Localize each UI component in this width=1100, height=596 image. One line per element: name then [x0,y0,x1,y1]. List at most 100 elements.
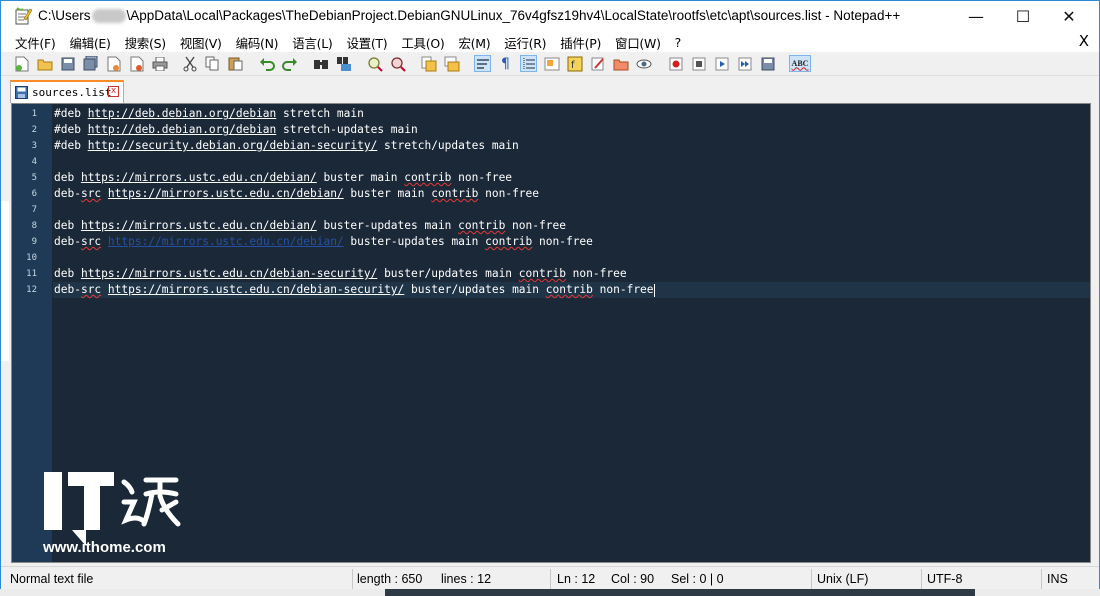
stop-record-icon[interactable] [690,55,707,72]
background-window-edge [1,201,9,361]
maximize-button[interactable]: ☐ [1000,1,1046,32]
menu-plugins[interactable]: 插件(P) [552,33,607,52]
code-line[interactable]: deb-src https://mirrors.ustc.edu.cn/debi… [53,186,1090,202]
status-encoding[interactable]: UTF-8 [927,572,962,586]
menu-file[interactable]: 文件(F) [1,33,61,52]
code-line[interactable]: deb https://mirrors.ustc.edu.cn/debian/ … [53,218,1090,234]
url-link[interactable]: https://mirrors.ustc.edu.cn/debian-secur… [81,267,377,280]
url-link[interactable]: https://mirrors.ustc.edu.cn/debian/ [81,219,317,232]
close-file-icon[interactable] [105,55,122,72]
folder-workspace-icon[interactable] [589,55,606,72]
status-insert-mode[interactable]: INS [1047,572,1068,586]
code-line[interactable]: #deb http://deb.debian.org/debian stretc… [53,122,1090,138]
watermark-url: www.ithome.com [43,539,166,556]
save-icon[interactable] [59,55,76,72]
new-file-icon[interactable] [13,55,30,72]
code-text: buster-updates main [343,235,486,248]
code-line[interactable]: deb-src https://mirrors.ustc.edu.cn/debi… [53,234,1090,250]
code-line[interactable] [53,250,1090,266]
menu-macro[interactable]: 宏(M) [450,33,496,52]
indent-guide-icon[interactable] [520,55,537,72]
minimize-button[interactable]: — [953,1,999,32]
url-link[interactable]: http://deb.debian.org/debian [88,107,277,120]
tab-label: sources.list [32,86,112,99]
spell-check-icon[interactable]: ABC [789,55,811,72]
record-macro-icon[interactable] [667,55,684,72]
close-all-icon[interactable] [128,55,145,72]
code-line[interactable]: deb https://mirrors.ustc.edu.cn/debian/ … [53,170,1090,186]
code-text: stretch-updates main [276,123,418,136]
menu-run[interactable]: 运行(R) [496,33,552,52]
user-lang-icon[interactable] [612,55,629,72]
close-window-button[interactable]: ✕ [1046,1,1092,32]
save-all-icon[interactable] [82,55,99,72]
status-ln: Ln : 12 [557,572,596,586]
menu-help[interactable]: ? [667,35,687,50]
close-document-button[interactable]: X [1079,32,1089,50]
play-macro-icon[interactable] [713,55,730,72]
open-file-icon[interactable] [36,55,53,72]
menu-search[interactable]: 搜索(S) [117,33,172,52]
menu-settings[interactable]: 设置(T) [338,33,393,52]
close-icon: ✕ [1062,7,1076,26]
misspelled-word: contrib [518,267,566,280]
redo-icon[interactable] [281,55,298,72]
url-link[interactable]: https://mirrors.ustc.edu.cn/debian/ [108,187,344,200]
save-macro-icon[interactable] [759,55,776,72]
cut-icon[interactable] [181,55,198,72]
copy-icon[interactable] [204,55,221,72]
taskbar-strip [0,589,1100,596]
run-macro-multiple-icon[interactable] [736,55,753,72]
code-line[interactable] [53,154,1090,170]
word-wrap-icon[interactable] [474,55,491,72]
code-line[interactable] [53,202,1090,218]
zoom-in-icon[interactable] [366,55,383,72]
show-all-chars-icon[interactable]: ¶ [497,55,514,72]
replace-icon[interactable] [335,55,352,72]
code-text: non-free [532,235,593,248]
menu-encoding[interactable]: 编码(N) [228,33,285,52]
code-line[interactable]: #deb http://security.debian.org/debian-s… [53,138,1090,154]
code-line[interactable]: deb https://mirrors.ustc.edu.cn/debian-s… [53,266,1090,282]
misspelled-word: contrib [485,235,533,248]
maximize-icon: ☐ [1015,7,1031,26]
url-link[interactable]: http://deb.debian.org/debian [88,123,277,136]
code-text: #deb [54,139,88,152]
zoom-out-icon[interactable] [389,55,406,72]
url-link[interactable]: https://mirrors.ustc.edu.cn/debian/ [108,235,344,248]
find-icon[interactable] [312,55,329,72]
undo-icon[interactable] [258,55,275,72]
url-link[interactable]: https://mirrors.ustc.edu.cn/debian-secur… [108,283,404,296]
paste-icon[interactable] [227,55,244,72]
code-line[interactable]: #deb http://deb.debian.org/debian stretc… [53,106,1090,122]
menu-edit[interactable]: 编辑(E) [61,33,116,52]
title-bar[interactable]: C:\Users \AppData\Local\Packages\TheDebia… [1,1,1099,32]
line-number: 7 [31,205,37,215]
document-map-icon[interactable] [543,55,560,72]
function-list-icon[interactable]: f [566,55,583,72]
saved-file-icon [15,86,28,99]
tab-sources-list[interactable]: sources.list x [10,80,124,103]
print-icon[interactable] [151,55,168,72]
window-title: C:\Users \AppData\Local\Packages\TheDebia… [38,8,900,24]
code-text: #deb [54,123,88,136]
menu-tools[interactable]: 工具(O) [393,33,450,52]
sync-vertical-icon[interactable] [420,55,437,72]
menu-window[interactable]: 窗口(W) [607,33,667,52]
code-line[interactable]: deb-src https://mirrors.ustc.edu.cn/debi… [53,282,1090,298]
line-number: 8 [31,221,37,231]
url-link[interactable]: https://mirrors.ustc.edu.cn/debian/ [81,171,317,184]
code-text: buster main [316,171,405,184]
status-eol[interactable]: Unix (LF) [817,572,868,586]
code-text: buster main [343,187,432,200]
line-number: 12 [26,285,37,295]
menu-view[interactable]: 视图(V) [172,33,228,52]
url-link[interactable]: http://security.debian.org/debian-securi… [88,139,378,152]
tab-close-icon[interactable]: x [108,86,119,97]
monitor-icon[interactable] [635,55,652,72]
menu-language[interactable]: 语言(L) [284,33,338,52]
code-text: deb- [54,283,81,296]
sync-horizontal-icon[interactable] [443,55,460,72]
editor-pane[interactable]: 1 2 3 4 5 6 7 8 9 10 11 12 #deb http://deb.debian.o… [11,103,1091,563]
